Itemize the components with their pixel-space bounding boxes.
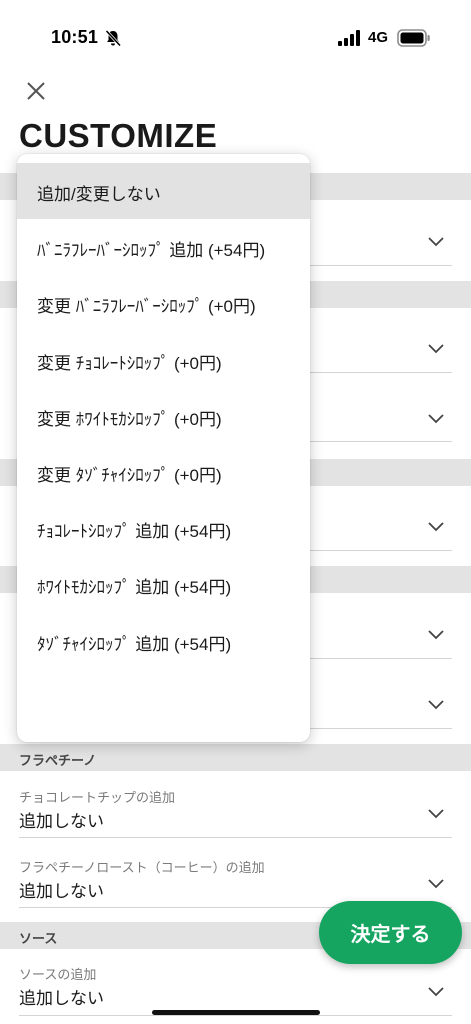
chevron-down-icon — [428, 630, 444, 640]
chevron-down-icon — [428, 414, 444, 424]
option-label: 変更 ﾊﾞﾆﾗﾌﾚｰﾊﾞｰｼﾛｯﾌﾟ (+0円) — [37, 297, 256, 316]
cellular-signal-icon — [338, 30, 360, 46]
dropdown-option[interactable]: ﾎﾜｲﾄﾓｶｼﾛｯﾌﾟ 追加 (+54円) — [17, 556, 310, 612]
status-bar: 10:51 4G — [0, 0, 471, 78]
option-label: 変更 ﾎﾜｲﾄﾓｶｼﾛｯﾌﾟ (+0円) — [37, 410, 222, 429]
chevron-down-icon — [428, 700, 444, 710]
option-label: ﾊﾞﾆﾗﾌﾚｰﾊﾞｰｼﾛｯﾌﾟ 追加 (+54円) — [37, 241, 266, 260]
dropdown-option[interactable]: ﾁｮｺﾚｰﾄｼﾛｯﾌﾟ 追加 (+54円) — [17, 500, 310, 556]
row-label: ソースの追加 — [19, 967, 97, 982]
row-label: チョコレートチップの追加 — [19, 790, 176, 805]
option-label: ﾀｿﾞﾁｬｲｼﾛｯﾌﾟ 追加 (+54円) — [37, 635, 232, 654]
network-type: 4G — [368, 29, 389, 46]
dropdown-option[interactable]: 変更 ﾊﾞﾆﾗﾌﾚｰﾊﾞｰｼﾛｯﾌﾟ (+0円) — [17, 275, 310, 331]
option-label: 追加/変更しない — [37, 185, 161, 204]
section-header-frappuccino: フラペチーノ — [0, 744, 471, 771]
row-value: 追加しない — [19, 989, 104, 1008]
bell-slash-icon — [105, 29, 122, 47]
option-label: ﾁｮｺﾚｰﾄｼﾛｯﾌﾟ 追加 (+54円) — [37, 522, 232, 541]
home-indicator[interactable] — [152, 1010, 320, 1015]
dropdown-option[interactable]: 変更 ﾁｮｺﾚｰﾄｼﾛｯﾌﾟ (+0円) — [17, 332, 310, 388]
battery-icon — [397, 29, 430, 47]
option-label: 変更 ﾁｮｺﾚｰﾄｼﾛｯﾌﾟ (+0円) — [37, 354, 222, 373]
chevron-down-icon — [428, 987, 444, 997]
status-time: 10:51 — [51, 27, 99, 47]
chevron-down-icon — [428, 237, 444, 247]
dropdown-option[interactable]: 追加/変更しない — [17, 163, 310, 219]
section-title: フラペチーノ — [19, 753, 97, 768]
chevron-down-icon — [428, 809, 444, 819]
dropdown-option[interactable]: 変更 ﾀｿﾞﾁｬｲｼﾛｯﾌﾟ (+0円) — [17, 444, 310, 500]
section-title: ソース — [19, 931, 58, 946]
page-title: CUSTOMIZE — [19, 117, 218, 154]
row-value: 追加しない — [19, 882, 104, 901]
option-label: 変更 ﾀｿﾞﾁｬｲｼﾛｯﾌﾟ (+0円) — [37, 466, 222, 485]
chevron-down-icon — [428, 879, 444, 889]
syrup-dropdown-menu: 追加/変更しない ﾊﾞﾆﾗﾌﾚｰﾊﾞｰｼﾛｯﾌﾟ 追加 (+54円) 変更 ﾊﾞ… — [17, 154, 310, 742]
row-value: 追加しない — [19, 812, 104, 831]
dropdown-option[interactable]: ﾊﾞﾆﾗﾌﾚｰﾊﾞｰｼﾛｯﾌﾟ 追加 (+54円) — [17, 219, 310, 275]
chevron-down-icon — [428, 344, 444, 354]
submit-button[interactable]: 決定する — [319, 901, 462, 964]
option-label: ﾎﾜｲﾄﾓｶｼﾛｯﾌﾟ 追加 (+54円) — [37, 578, 232, 597]
dropdown-option[interactable]: 変更 ﾎﾜｲﾄﾓｶｼﾛｯﾌﾟ (+0円) — [17, 388, 310, 444]
frappuccino-roast-select[interactable]: フラペチーノロースト（コーヒー）の追加 追加しない — [19, 845, 452, 908]
dropdown-option[interactable]: ﾀｿﾞﾁｬｲｼﾛｯﾌﾟ 追加 (+54円) — [17, 613, 310, 669]
row-label: フラペチーノロースト（コーヒー）の追加 — [19, 860, 265, 875]
close-icon[interactable] — [22, 77, 50, 105]
chevron-down-icon — [428, 522, 444, 532]
chocolate-chip-select[interactable]: チョコレートチップの追加 追加しない — [19, 775, 452, 838]
